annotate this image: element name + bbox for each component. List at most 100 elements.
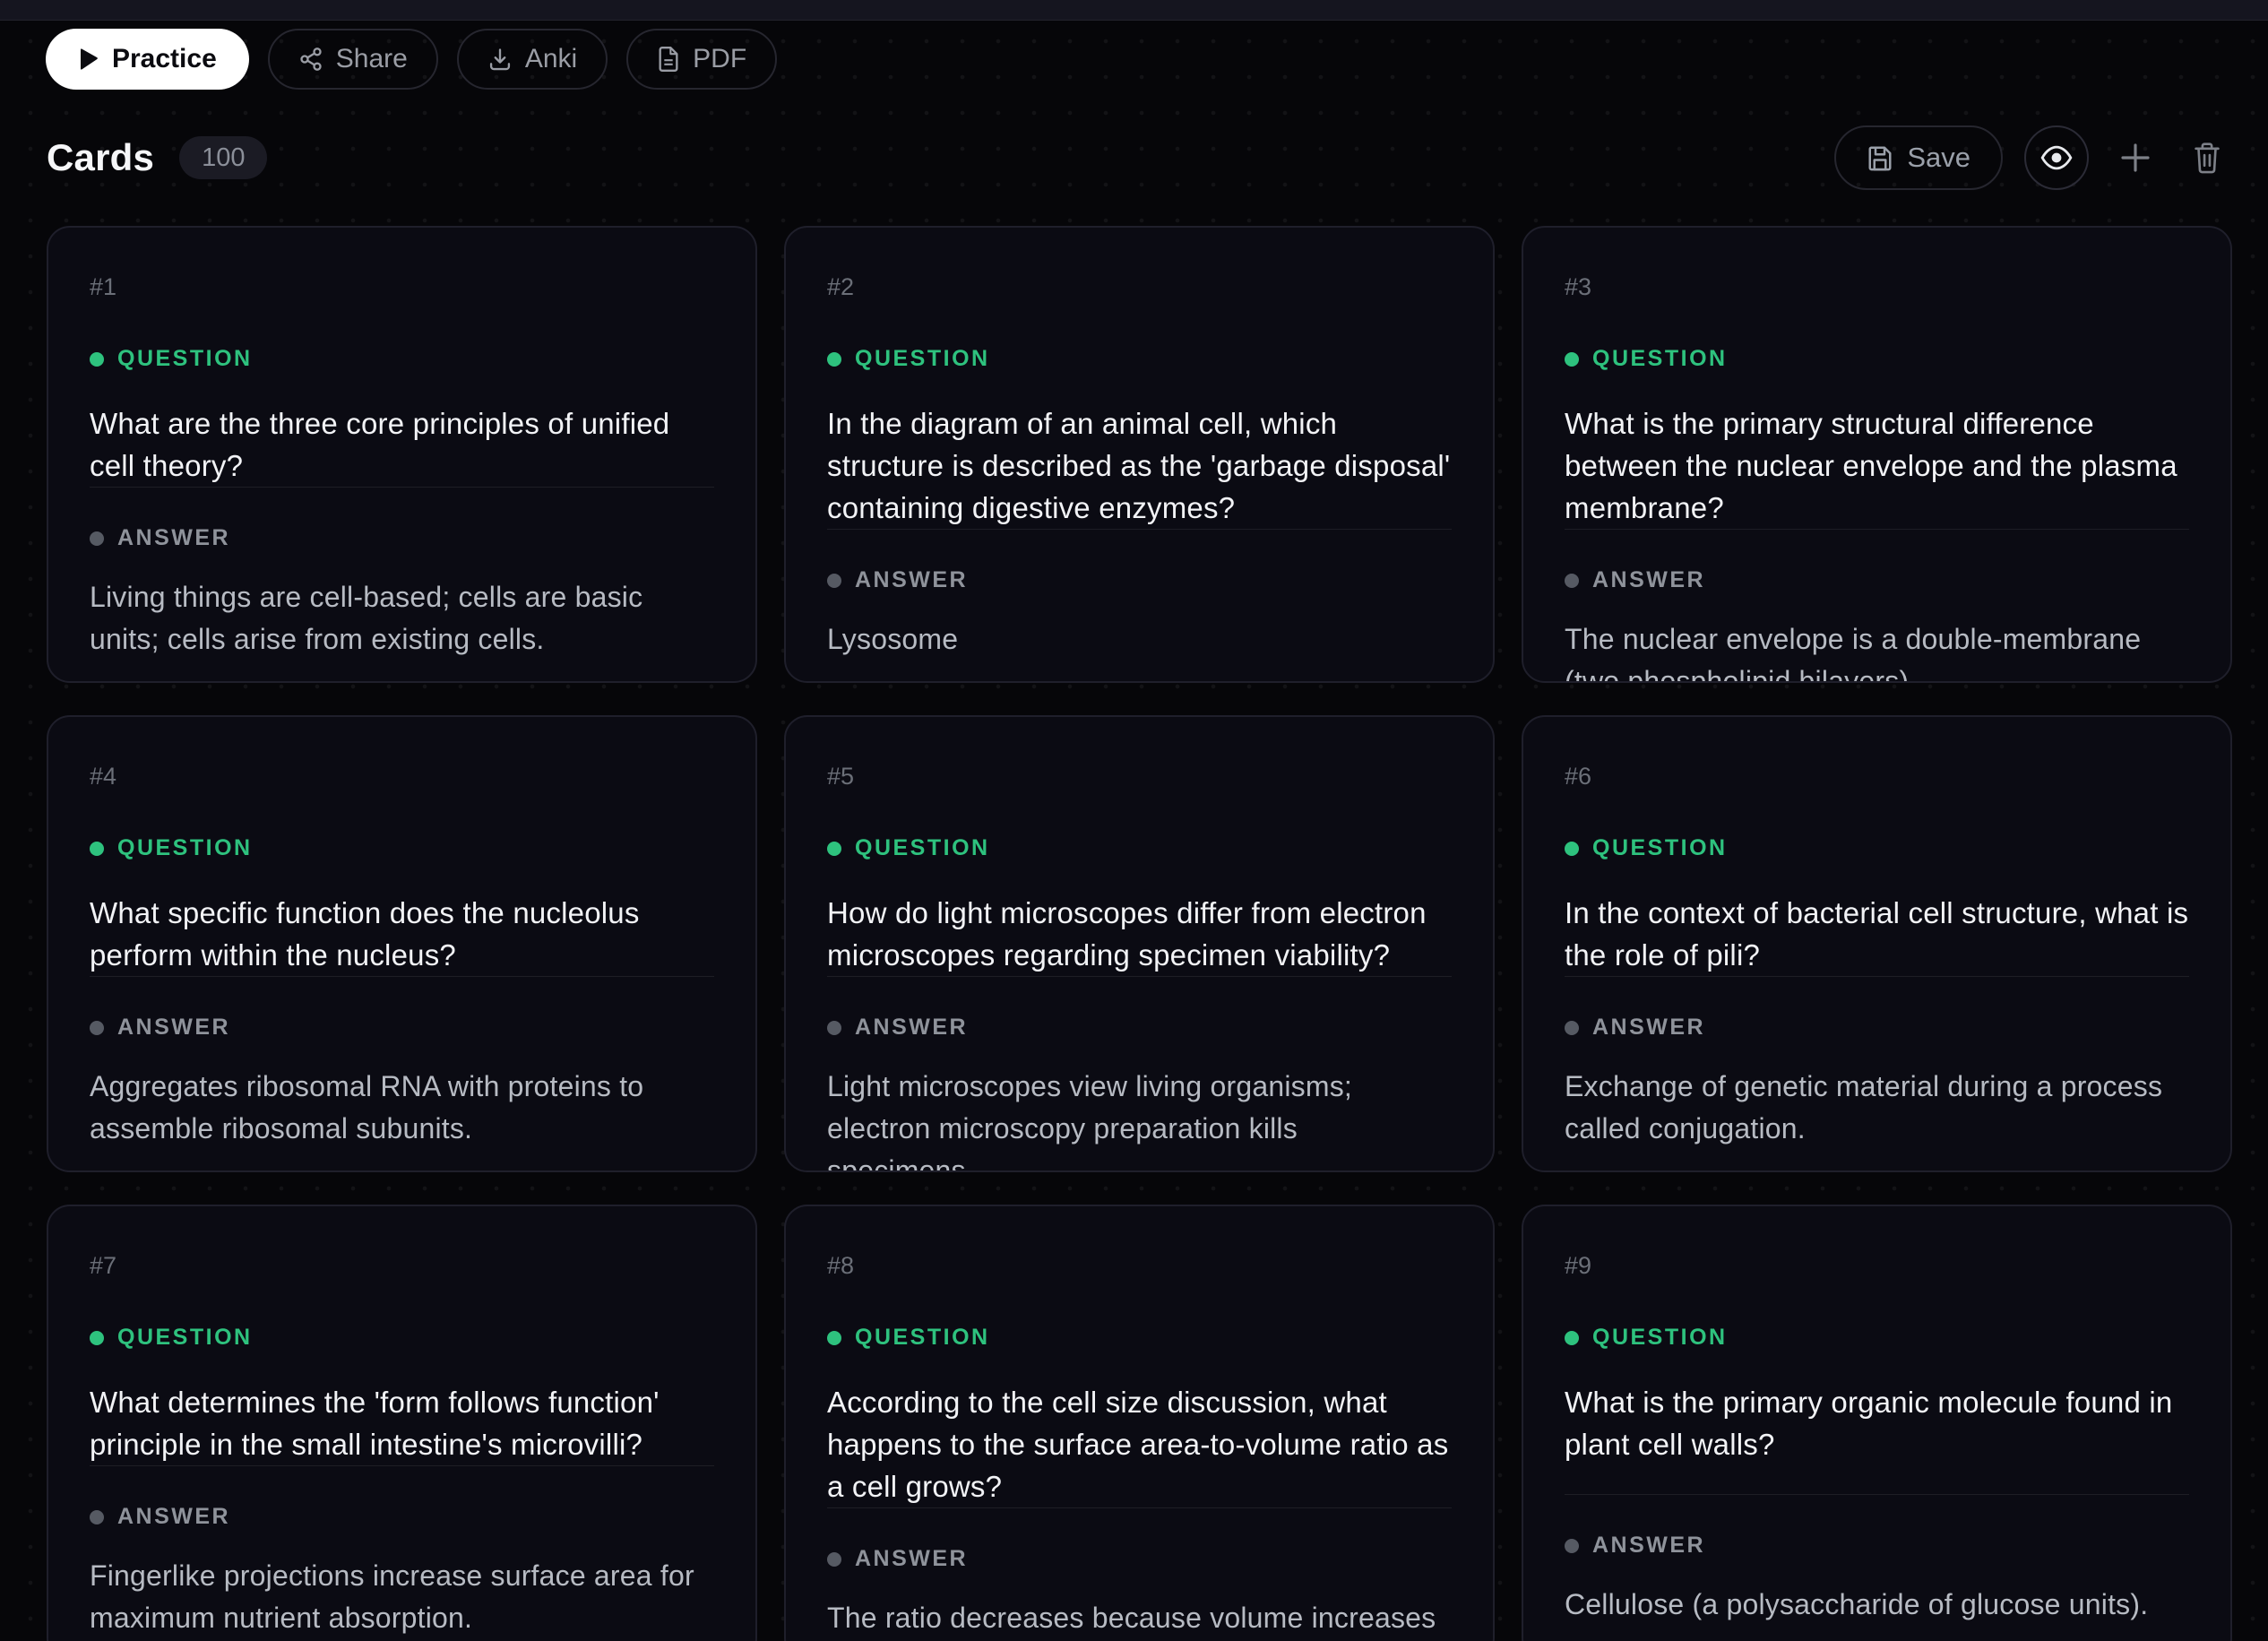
answer-section: ANSWER Living things are cell-based; cel… bbox=[90, 487, 714, 661]
answer-label: ANSWER bbox=[1565, 1015, 2189, 1041]
question-dot-icon bbox=[90, 842, 104, 856]
plus-icon bbox=[2117, 139, 2154, 177]
question-answer-divider bbox=[1565, 976, 2189, 977]
answer-label: ANSWER bbox=[1565, 1533, 2189, 1559]
question-text: In the diagram of an animal cell, which … bbox=[827, 402, 1452, 529]
question-answer-divider bbox=[90, 487, 714, 488]
answer-dot-icon bbox=[1565, 1539, 1579, 1553]
answer-label-text: ANSWER bbox=[1592, 567, 1705, 593]
question-label-text: QUESTION bbox=[855, 1325, 990, 1351]
question-label-text: QUESTION bbox=[117, 835, 253, 861]
share-icon bbox=[298, 47, 323, 72]
card-number: #5 bbox=[827, 762, 1452, 790]
answer-section: ANSWER Lysosome bbox=[827, 529, 1452, 661]
flashcard[interactable]: #6 QUESTION In the context of bacterial … bbox=[1522, 715, 2232, 1172]
question-label: QUESTION bbox=[1565, 1325, 2189, 1351]
question-dot-icon bbox=[827, 352, 841, 367]
flashcard[interactable]: #7 QUESTION What determines the 'form fo… bbox=[47, 1205, 757, 1641]
card-number: #9 bbox=[1565, 1251, 2189, 1280]
add-card-button[interactable] bbox=[2110, 133, 2160, 183]
answer-section: ANSWER The nuclear envelope is a double-… bbox=[1565, 529, 2189, 683]
question-dot-icon bbox=[90, 352, 104, 367]
answer-label-text: ANSWER bbox=[1592, 1533, 1705, 1559]
cards-header: Cards 100 Save bbox=[0, 122, 2268, 194]
card-number: #7 bbox=[90, 1251, 714, 1280]
share-button[interactable]: Share bbox=[268, 29, 438, 90]
question-label-text: QUESTION bbox=[1592, 346, 1728, 372]
answer-dot-icon bbox=[827, 574, 841, 588]
answer-section: ANSWER Aggregates ribosomal RNA with pro… bbox=[90, 976, 714, 1150]
flashcard[interactable]: #4 QUESTION What specific function does … bbox=[47, 715, 757, 1172]
answer-label-text: ANSWER bbox=[1592, 1015, 1705, 1041]
anki-export-button[interactable]: Anki bbox=[457, 29, 608, 90]
answer-section: ANSWER Cellulose (a polysaccharide of gl… bbox=[1565, 1494, 2189, 1626]
preview-eye-button[interactable] bbox=[2024, 125, 2089, 190]
header-left: Cards 100 bbox=[47, 136, 267, 179]
answer-text: Living things are cell-based; cells are … bbox=[90, 576, 714, 661]
question-label: QUESTION bbox=[1565, 346, 2189, 372]
answer-text: Aggregates ribosomal RNA with proteins t… bbox=[90, 1066, 714, 1150]
question-answer-divider bbox=[90, 1465, 714, 1466]
answer-text: The nuclear envelope is a double-membran… bbox=[1565, 618, 2189, 683]
answer-label: ANSWER bbox=[827, 1015, 1452, 1041]
pdf-label: PDF bbox=[693, 46, 746, 73]
answer-label: ANSWER bbox=[827, 1546, 1452, 1572]
answer-label: ANSWER bbox=[827, 567, 1452, 593]
question-text: What is the primary structural differenc… bbox=[1565, 402, 2189, 529]
answer-label: ANSWER bbox=[90, 525, 714, 551]
answer-label-text: ANSWER bbox=[855, 1015, 968, 1041]
question-dot-icon bbox=[90, 1331, 104, 1345]
question-label-text: QUESTION bbox=[855, 835, 990, 861]
flashcard[interactable]: #5 QUESTION How do light microscopes dif… bbox=[784, 715, 1495, 1172]
card-number: #8 bbox=[827, 1251, 1452, 1280]
practice-button[interactable]: Practice bbox=[46, 29, 249, 90]
trash-icon bbox=[2191, 141, 2223, 175]
answer-label-text: ANSWER bbox=[117, 1015, 230, 1041]
answer-label: ANSWER bbox=[90, 1504, 714, 1530]
question-dot-icon bbox=[1565, 1331, 1579, 1345]
flashcard[interactable]: #3 QUESTION What is the primary structur… bbox=[1522, 226, 2232, 683]
answer-section: ANSWER Light microscopes view living org… bbox=[827, 976, 1452, 1172]
cards-page: Practice Share Anki PDF Cards 100 bbox=[0, 0, 2268, 1641]
answer-dot-icon bbox=[827, 1552, 841, 1567]
flashcard[interactable]: #9 QUESTION What is the primary organic … bbox=[1522, 1205, 2232, 1641]
eye-icon bbox=[2039, 141, 2074, 175]
flashcard[interactable]: #8 QUESTION According to the cell size d… bbox=[784, 1205, 1495, 1641]
answer-dot-icon bbox=[1565, 1021, 1579, 1035]
answer-text: Exchange of genetic material during a pr… bbox=[1565, 1066, 2189, 1150]
question-answer-divider bbox=[1565, 529, 2189, 530]
card-number: #6 bbox=[1565, 762, 2189, 790]
question-label: QUESTION bbox=[827, 1325, 1452, 1351]
pdf-export-button[interactable]: PDF bbox=[626, 29, 777, 90]
question-text: What determines the 'form follows functi… bbox=[90, 1381, 714, 1465]
card-number: #1 bbox=[90, 272, 714, 301]
save-label: Save bbox=[1907, 142, 1970, 174]
delete-button[interactable] bbox=[2182, 133, 2232, 183]
question-text: In the context of bacterial cell structu… bbox=[1565, 892, 2189, 976]
question-label: QUESTION bbox=[1565, 835, 2189, 861]
answer-text: Lysosome bbox=[827, 618, 1452, 661]
question-text: How do light microscopes differ from ele… bbox=[827, 892, 1452, 976]
answer-text: The ratio decreases because volume incre… bbox=[827, 1597, 1452, 1641]
question-answer-divider bbox=[827, 976, 1452, 977]
answer-label-text: ANSWER bbox=[117, 1504, 230, 1530]
download-icon bbox=[487, 47, 513, 72]
question-label: QUESTION bbox=[827, 835, 1452, 861]
window-top-strip bbox=[0, 0, 2268, 21]
question-dot-icon bbox=[1565, 352, 1579, 367]
question-label-text: QUESTION bbox=[117, 1325, 253, 1351]
flashcard[interactable]: #1 QUESTION What are the three core prin… bbox=[47, 226, 757, 683]
question-text: What are the three core principles of un… bbox=[90, 402, 714, 487]
save-button[interactable]: Save bbox=[1834, 125, 2003, 190]
flashcard[interactable]: #2 QUESTION In the diagram of an animal … bbox=[784, 226, 1495, 683]
card-number: #2 bbox=[827, 272, 1452, 301]
answer-section: ANSWER Fingerlike projections increase s… bbox=[90, 1465, 714, 1639]
question-answer-divider bbox=[1565, 1494, 2189, 1495]
answer-label: ANSWER bbox=[1565, 567, 2189, 593]
question-label-text: QUESTION bbox=[1592, 1325, 1728, 1351]
cards-grid: #1 QUESTION What are the three core prin… bbox=[0, 226, 2268, 1641]
page-title: Cards bbox=[47, 136, 154, 179]
question-text: What specific function does the nucleolu… bbox=[90, 892, 714, 976]
answer-dot-icon bbox=[1565, 574, 1579, 588]
practice-label: Practice bbox=[112, 46, 217, 73]
